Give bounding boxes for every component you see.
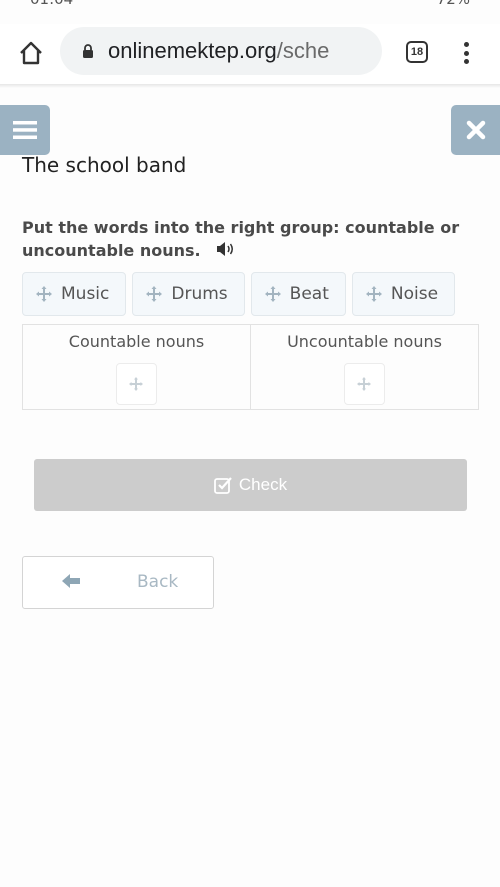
drop-target-icon: [357, 377, 371, 391]
draggable-word-beat[interactable]: Beat: [250, 272, 346, 316]
group-title: Countable nouns: [68, 332, 205, 351]
word-label: Noise: [390, 284, 439, 304]
drop-target-icon: [129, 377, 143, 391]
move-icon: [145, 285, 163, 303]
lock-icon: [82, 43, 94, 59]
draggable-word-music[interactable]: Music: [22, 272, 127, 316]
word-label: Beat: [289, 284, 329, 304]
move-icon: [35, 285, 53, 303]
word-bank: Music Drums Beat Noise: [22, 272, 456, 316]
url-path: /sche: [276, 38, 330, 63]
speaker-icon[interactable]: [216, 240, 236, 263]
check-button[interactable]: Check: [34, 459, 467, 511]
page-title: The school band: [22, 153, 187, 177]
word-label: Drums: [171, 284, 228, 304]
back-button[interactable]: Back: [22, 556, 214, 609]
battery-level: 72%: [437, 0, 470, 8]
word-label: Music: [61, 284, 110, 304]
group-title: Uncountable nouns: [287, 332, 442, 351]
drop-zone-uncountable[interactable]: [343, 363, 385, 405]
home-button[interactable]: [16, 38, 46, 68]
back-label: Back: [137, 572, 179, 592]
group-uncountable: Uncountable nouns: [250, 325, 478, 409]
arrow-left-icon: [61, 572, 81, 590]
checkbox-icon: [214, 477, 232, 494]
group-countable: Countable nouns: [23, 325, 250, 409]
status-icons: 72%: [437, 0, 470, 8]
task-instructions: Put the words into the right group: coun…: [22, 216, 472, 263]
address-bar[interactable]: onlinemektep.org/sche: [60, 27, 382, 75]
url-host: onlinemektep.org: [108, 38, 277, 63]
tabs-counter-button[interactable]: 18: [406, 41, 428, 63]
hamburger-icon: [13, 121, 37, 139]
move-icon: [365, 285, 383, 303]
drop-zone-countable[interactable]: [115, 363, 157, 405]
home-icon: [20, 41, 42, 65]
instructions-text: Put the words into the right group: coun…: [22, 218, 460, 260]
move-icon: [264, 285, 282, 303]
check-label: Check: [238, 475, 288, 494]
status-bar: 01:04 72%: [0, 0, 500, 8]
draggable-word-noise[interactable]: Noise: [351, 272, 456, 316]
browser-toolbar: onlinemektep.org/sche 18: [0, 24, 500, 84]
status-time: 01:04: [30, 0, 73, 8]
category-groups: Countable nouns Uncountable nouns: [22, 324, 479, 410]
close-icon: [466, 120, 485, 140]
draggable-word-drums[interactable]: Drums: [132, 272, 245, 316]
kebab-menu-icon[interactable]: [458, 38, 474, 68]
close-button[interactable]: [451, 105, 500, 155]
toolbar-divider: [0, 84, 500, 88]
menu-toggle-button[interactable]: [0, 105, 50, 155]
